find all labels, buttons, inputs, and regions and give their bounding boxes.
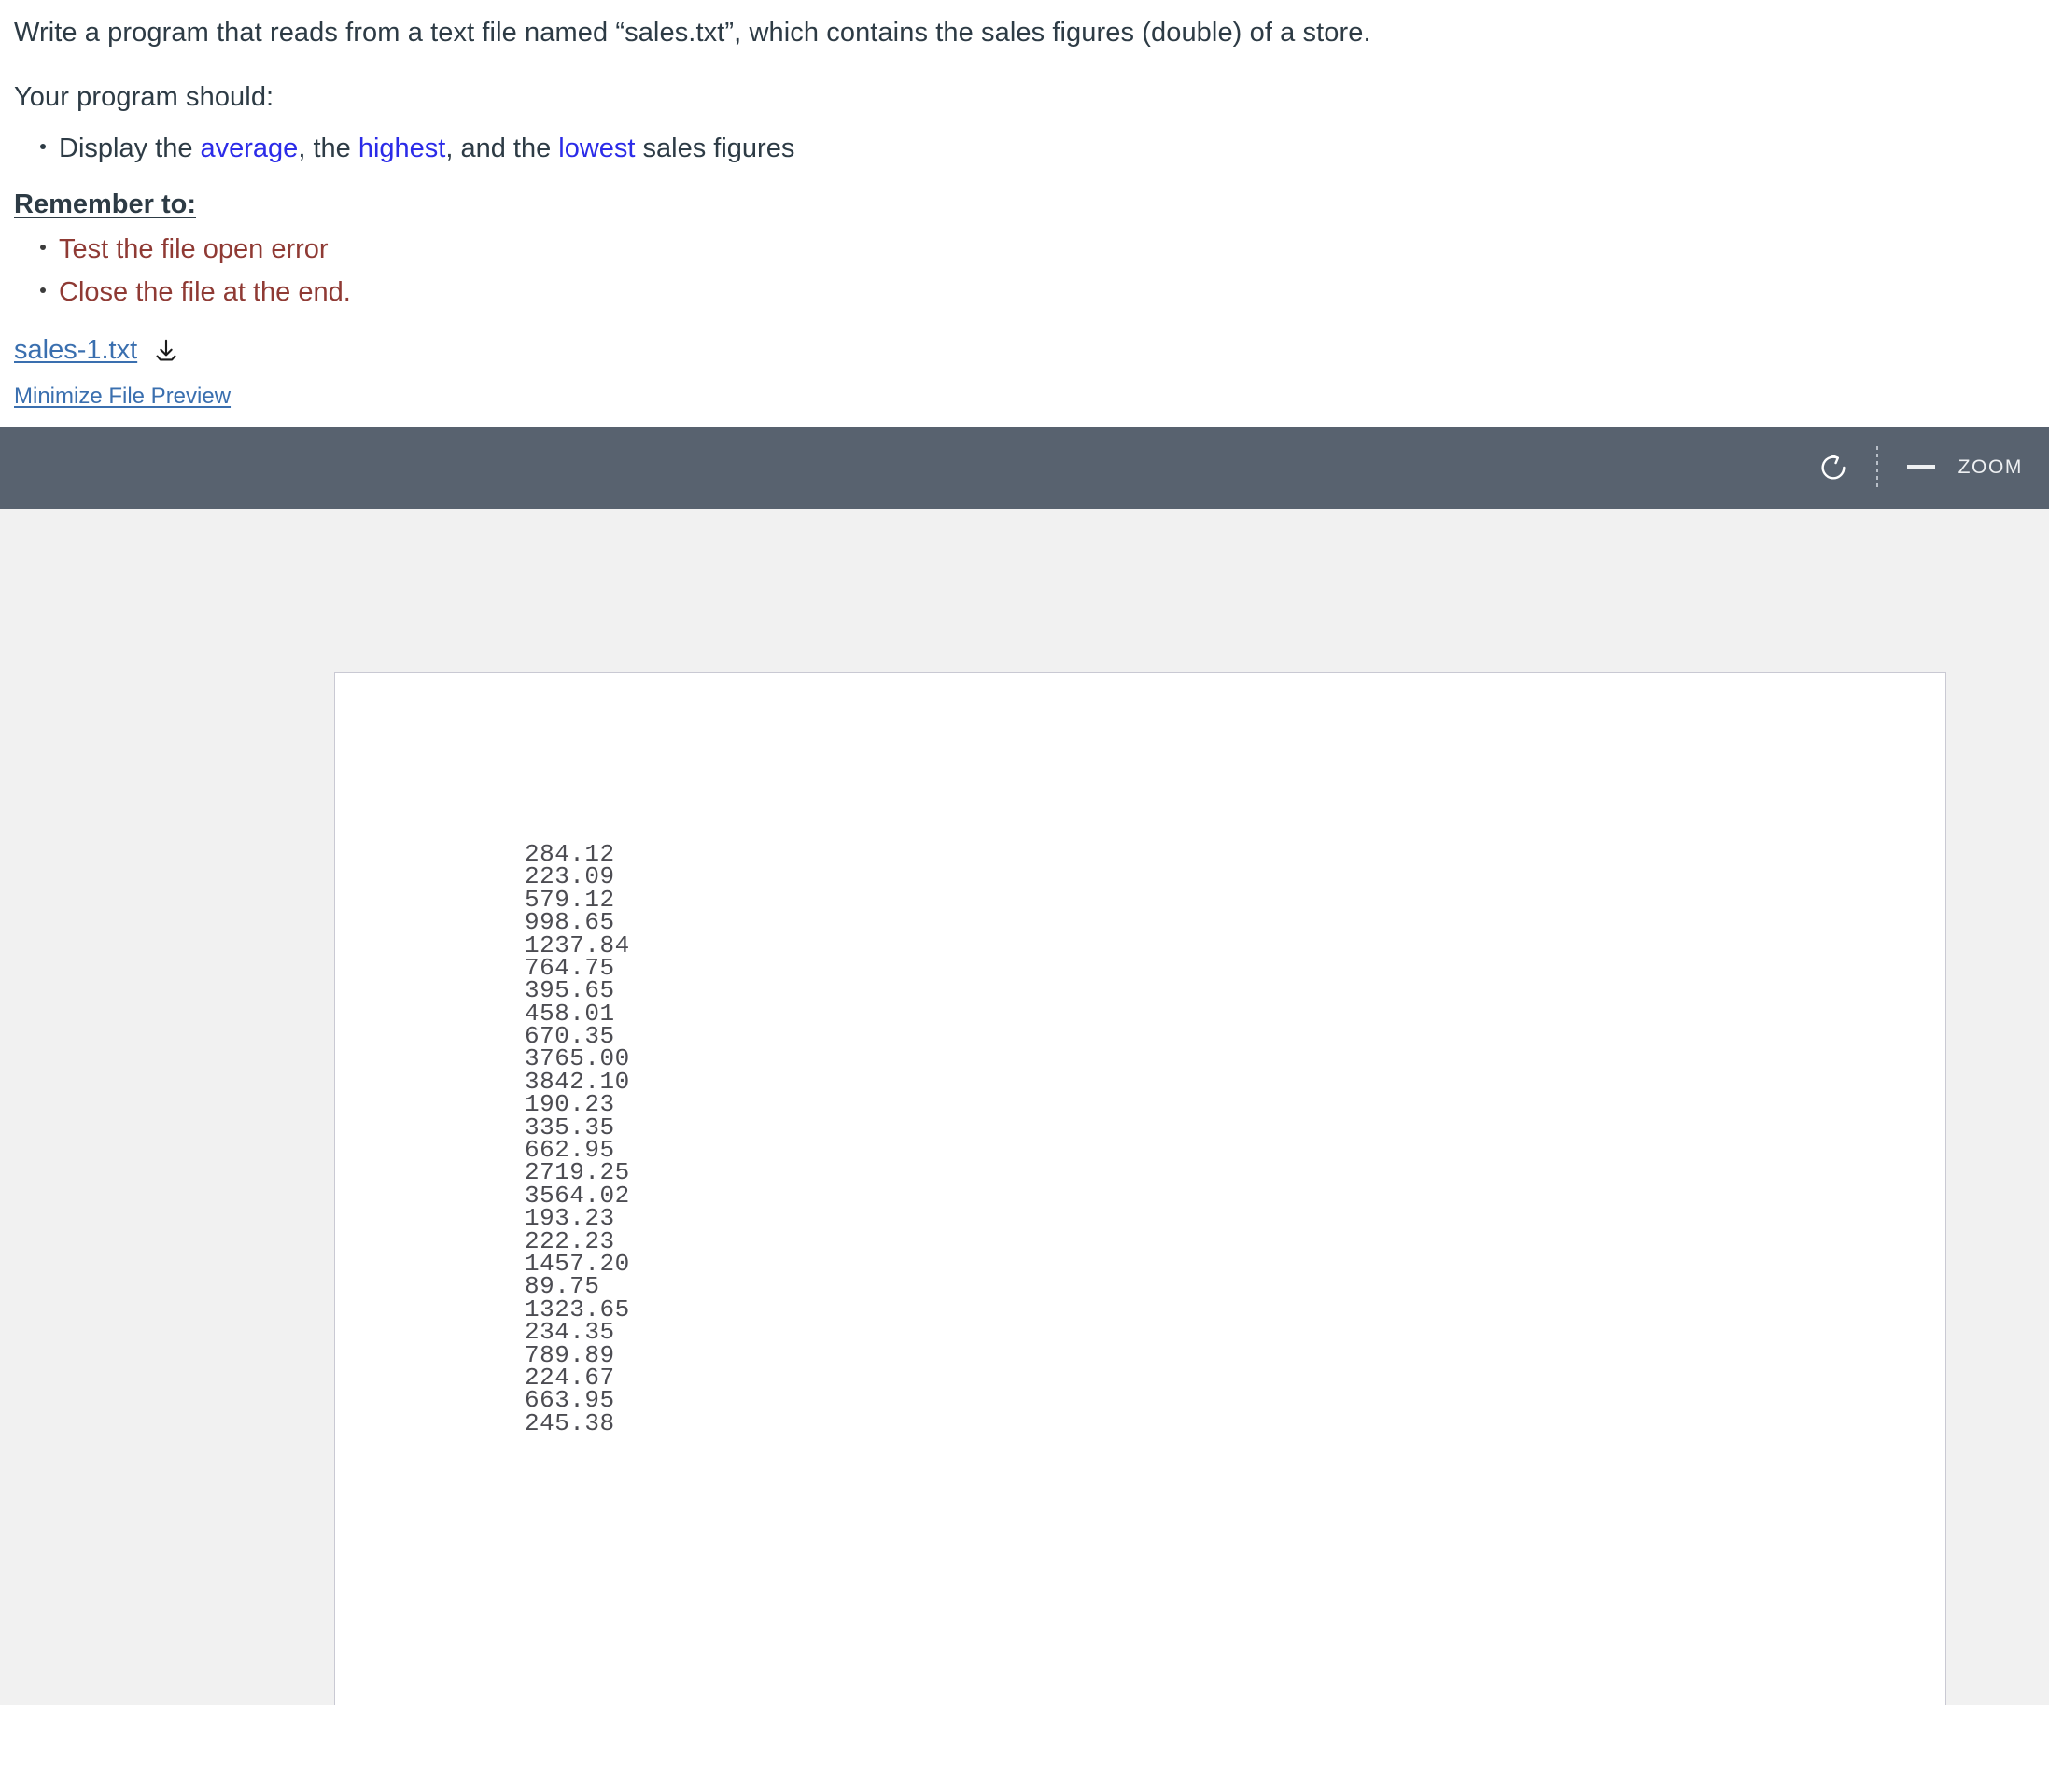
remember-to-heading: Remember to: — [14, 189, 196, 219]
toolbar-divider — [1875, 445, 1878, 489]
requirement-text-pre: Display the — [59, 133, 201, 164]
attachment-row: sales-1.txt — [14, 315, 2035, 371]
assignment-intro-text: Write a program that reads from a text f… — [14, 18, 1371, 48]
file-preview-toolbar: ZOOM — [0, 426, 2049, 509]
rotate-icon[interactable] — [1807, 441, 1860, 494]
requirement-item: Display the average, the highest, and th… — [40, 127, 2035, 171]
document-line: 998.65 — [525, 908, 615, 937]
zoom-label[interactable]: ZOOM — [1947, 456, 2040, 479]
program-should-label: Your program should: — [14, 82, 274, 113]
assignment-description: Write a program that reads from a text f… — [0, 0, 2049, 427]
document-line: 234.35 — [525, 1318, 615, 1347]
file-preview-viewport[interactable]: 284.12 223.09 579.12 998.65 1237.84 764.75 395… — [0, 508, 2049, 1705]
requirement-text-post: sales figures — [635, 133, 795, 164]
requirements-list: Display the average, the highest, and th… — [14, 127, 2035, 171]
attachment-file-link[interactable]: sales-1.txt — [14, 335, 137, 366]
toolbar-controls: ZOOM — [1807, 441, 2040, 494]
document-line: 190.23 — [525, 1090, 615, 1119]
remember-item-2: Close the file at the end. — [40, 271, 2035, 315]
document-page: 284.12 223.09 579.12 998.65 1237.84 764.75 395… — [334, 671, 1946, 1705]
remember-item-1: Test the file open error — [40, 228, 2035, 272]
minimize-file-preview-link[interactable]: Minimize File Preview — [14, 384, 231, 409]
keyword-lowest: lowest — [558, 133, 636, 164]
document-line: 245.38 — [525, 1408, 615, 1437]
minus-icon[interactable] — [1895, 441, 1947, 494]
document-text-content: 284.12 223.09 579.12 998.65 1237.84 764.75 395… — [525, 842, 630, 1437]
download-icon[interactable] — [150, 335, 182, 367]
keyword-average: average — [200, 133, 299, 164]
minimize-preview-row: Minimize File Preview — [14, 371, 2035, 427]
document-line: 193.23 — [525, 1204, 615, 1233]
requirement-text-mid1: , the — [298, 133, 358, 164]
keyword-highest: highest — [358, 133, 446, 164]
remember-list: Test the file open error Close the file … — [14, 228, 2035, 315]
requirement-text-mid2: , and the — [445, 133, 559, 164]
